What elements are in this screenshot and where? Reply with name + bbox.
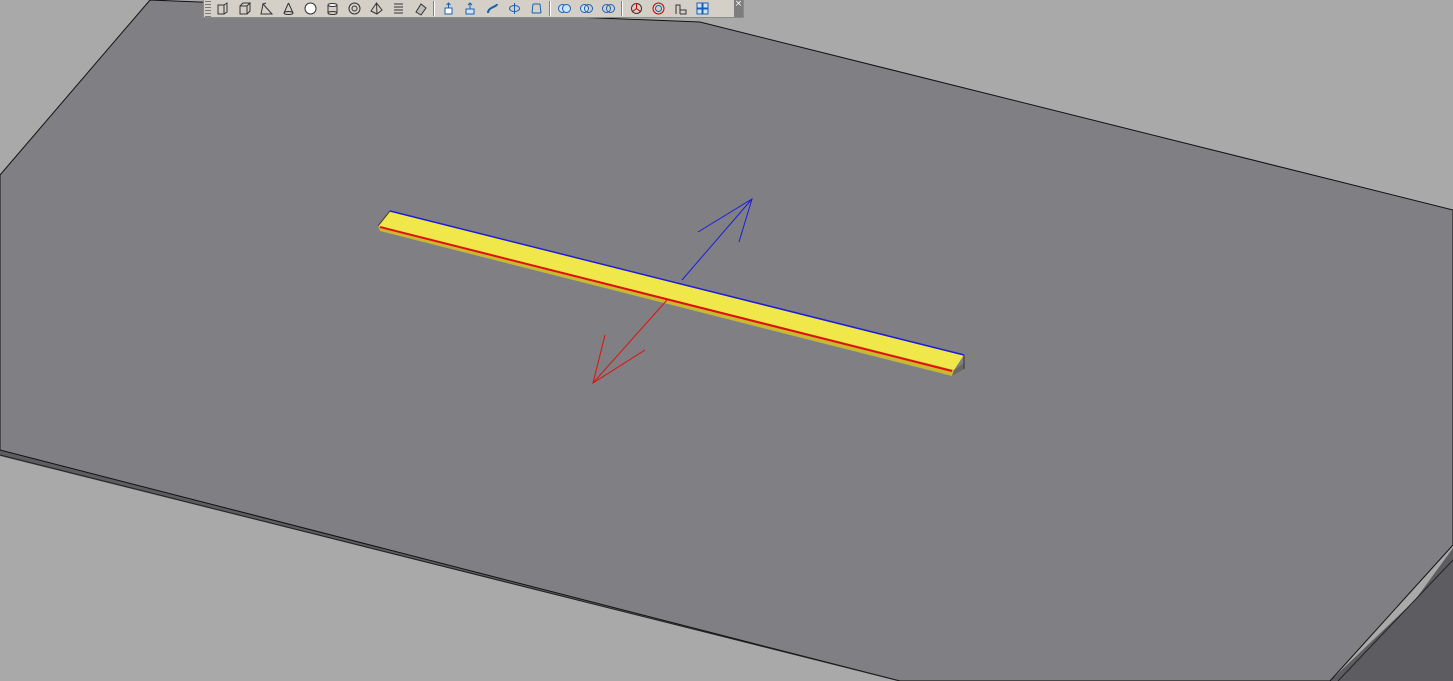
pyramid-button[interactable] — [365, 0, 387, 17]
cone-icon — [283, 2, 293, 15]
3d-rotate-button[interactable] — [647, 0, 669, 17]
union-button[interactable] — [553, 0, 575, 17]
polysolid-button[interactable] — [211, 0, 233, 17]
revolve-button[interactable] — [503, 0, 525, 17]
3d-array-button[interactable] — [691, 0, 713, 17]
3d-align-icon — [675, 4, 686, 15]
loft-button[interactable] — [525, 0, 547, 17]
toolbar-separator — [433, 1, 435, 16]
sweep-button[interactable] — [481, 0, 503, 17]
cylinder-icon — [327, 3, 337, 15]
polysolid-icon — [217, 2, 227, 15]
box-icon — [239, 2, 251, 15]
loft-icon — [531, 3, 541, 14]
3d-rotate-icon — [652, 2, 664, 15]
subtract-button[interactable] — [575, 0, 597, 17]
helix-icon — [393, 3, 403, 14]
3d-move-button[interactable] — [625, 0, 647, 17]
helix-button[interactable] — [387, 0, 409, 17]
intersect-icon — [601, 4, 615, 13]
modeling-toolbar: × — [203, 0, 744, 18]
3d-align-button[interactable] — [669, 0, 691, 17]
toolbar-separator — [549, 1, 551, 16]
pyramid-icon — [369, 2, 383, 15]
wedge-icon — [259, 2, 273, 15]
wedge-button[interactable] — [255, 0, 277, 17]
revolve-icon — [508, 3, 520, 14]
toolbar-close-button[interactable]: × — [734, 0, 743, 17]
toolbar-separator — [621, 1, 623, 16]
intersect-button[interactable] — [597, 0, 619, 17]
3d-move-icon — [630, 3, 642, 14]
sphere-button[interactable] — [299, 0, 321, 17]
sphere-icon — [304, 2, 316, 15]
presspull-button[interactable] — [459, 0, 481, 17]
extrude-icon — [444, 2, 452, 15]
3d-array-icon — [696, 2, 708, 15]
cylinder-button[interactable] — [321, 0, 343, 17]
box-button[interactable] — [233, 0, 255, 17]
planar-surface-button[interactable] — [409, 0, 431, 17]
union-icon — [557, 4, 571, 13]
sweep-icon — [486, 3, 498, 14]
cone-button[interactable] — [277, 0, 299, 17]
close-icon: × — [734, 0, 743, 9]
torus-button[interactable] — [343, 0, 365, 17]
3d-model-viewport[interactable] — [0, 0, 1453, 681]
planar-surface-icon — [414, 3, 427, 16]
torus-icon — [348, 2, 360, 15]
extrude-button[interactable] — [437, 0, 459, 17]
subtract-icon — [579, 4, 593, 13]
presspull-icon — [465, 2, 474, 15]
